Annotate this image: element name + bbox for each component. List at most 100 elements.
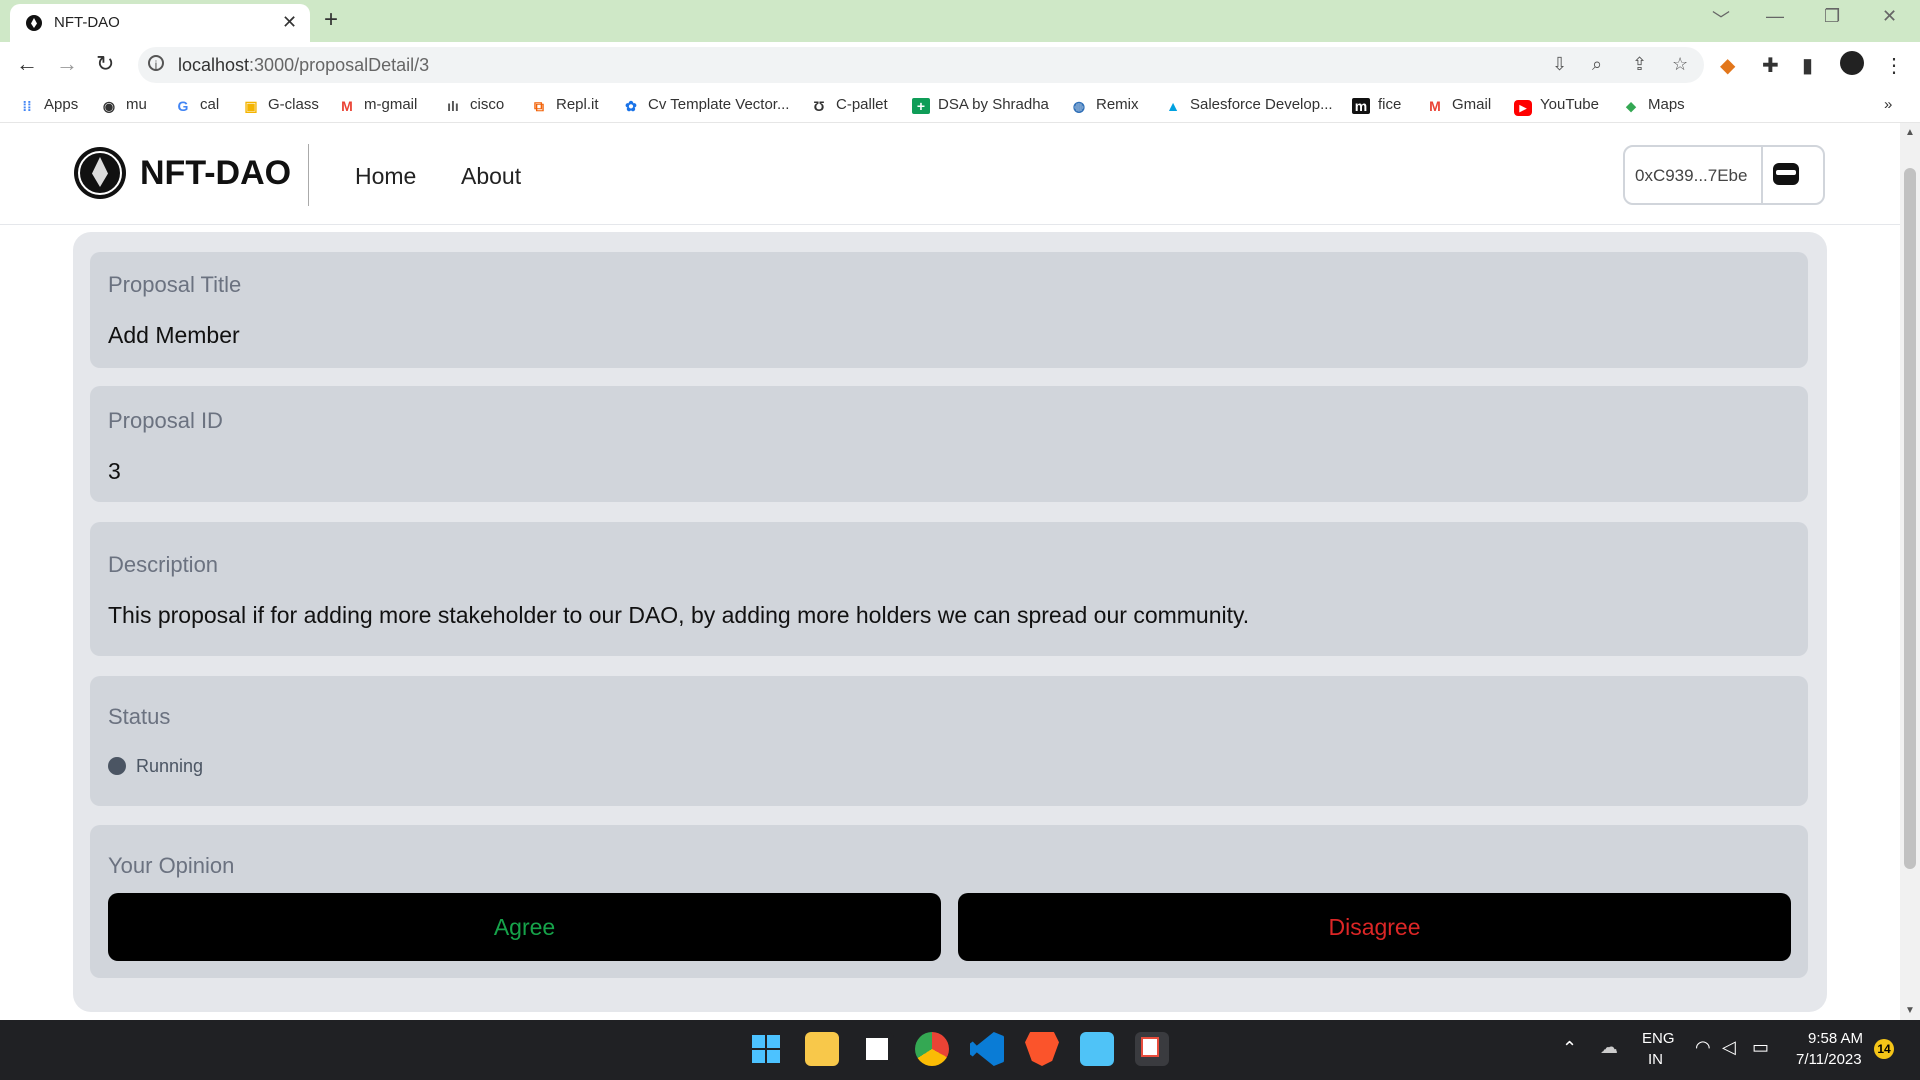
clock-date[interactable]: 7/11/2023 (1796, 1051, 1862, 1068)
wallet-address: 0xC939...7Ebe (1635, 166, 1748, 185)
browser-tab[interactable]: NFT-DAO ✕ (10, 4, 310, 42)
description-field: Description This proposal if for adding … (90, 522, 1808, 656)
scroll-thumb[interactable] (1904, 168, 1916, 869)
proposal-title-field: Proposal Title Add Member (90, 252, 1808, 368)
bookmark-maps[interactable]: ⬥ Maps (1622, 96, 1685, 114)
bookmarks-bar: ⁞⁞ Apps ◉ mu Gcal ▣ G-class Mm-gmail ılı cis… (0, 88, 1920, 123)
brave-icon[interactable] (1025, 1032, 1059, 1066)
language-bottom[interactable]: IN (1648, 1051, 1663, 1068)
share-icon[interactable]: ⇪ (1632, 54, 1647, 75)
bookmark-mgmail[interactable]: Mm-gmail (338, 96, 417, 114)
agree-button[interactable]: Agree (108, 893, 941, 961)
classroom-icon: ▣ (244, 98, 258, 114)
back-icon[interactable]: ← (16, 51, 38, 77)
gmail-icon: M (1429, 98, 1441, 114)
bookmarks-overflow-icon[interactable]: » (1884, 96, 1892, 113)
windows-taskbar: ⌃ ☁ ENG IN ◠ ◁ ▭ 9:58 AM 7/11/2023 14 (0, 1020, 1920, 1080)
language-top[interactable]: ENG (1642, 1030, 1675, 1047)
bookmark-gmail[interactable]: M Gmail (1426, 96, 1491, 114)
maps-pin-icon: ⬥ (1626, 98, 1636, 114)
cisco-icon: ılı (447, 98, 459, 114)
google-icon: G (177, 98, 189, 114)
windows-start-icon[interactable] (749, 1032, 783, 1066)
bookmark-cal[interactable]: Gcal (174, 96, 220, 114)
close-tab-icon[interactable]: ✕ (282, 12, 297, 33)
cv-template-icon: ✿ (625, 98, 637, 114)
restore-icon[interactable]: ❐ (1824, 6, 1840, 27)
browser-toolbar: ← → ↻ i localhost:3000/proposalDetail/3 … (0, 42, 1920, 88)
menu-icon[interactable]: ⋮ (1884, 53, 1904, 78)
forward-icon[interactable]: → (56, 51, 78, 77)
wallet-icon[interactable] (1773, 163, 1799, 185)
status-field: Status Running (90, 676, 1808, 806)
notification-badge[interactable]: 14 (1874, 1039, 1894, 1059)
zoom-icon[interactable]: ⌕ (1592, 54, 1602, 75)
bookmark-fice[interactable]: m fice (1352, 96, 1401, 114)
site-logo-text[interactable]: NFT-DAO (140, 154, 291, 193)
minimize-icon[interactable]: — (1766, 6, 1784, 27)
ethereum-logo-icon[interactable] (74, 147, 126, 199)
site-navbar: NFT-DAO Home About 0xC939...7Ebe (0, 123, 1900, 225)
status-label: Status (108, 704, 171, 729)
disagree-button[interactable]: Disagree (958, 893, 1791, 961)
notepad-icon[interactable] (1080, 1032, 1114, 1066)
new-tab-icon[interactable]: + (324, 6, 338, 34)
bookmark-replit[interactable]: ⧉ Repl.it (530, 96, 599, 114)
scroll-up-icon[interactable]: ▲ (1905, 127, 1915, 138)
wifi-icon[interactable]: ◠ (1695, 1037, 1711, 1058)
bookmark-cisco[interactable]: ılı cisco (444, 96, 504, 114)
metamask-icon[interactable]: ◆ (1720, 53, 1735, 78)
page: NFT-DAO Home About 0xC939...7Ebe Proposa… (0, 123, 1900, 1020)
status-value: Running (136, 756, 204, 776)
proposal-title-label: Proposal Title (108, 272, 242, 297)
url-text: localhost:3000/proposalDetail/3 (178, 55, 430, 75)
nav-divider (308, 144, 309, 206)
tab-title: NFT-DAO (54, 14, 120, 31)
site-info-icon[interactable]: i (148, 55, 164, 72)
status-dot-icon (108, 757, 126, 775)
nav-link-about[interactable]: About (461, 163, 521, 190)
chrome-icon[interactable] (915, 1032, 949, 1066)
opinion-label: Your Opinion (108, 853, 235, 878)
bookmark-dsa[interactable]: + DSA by Shradha (912, 96, 1049, 114)
profile-avatar[interactable] (1840, 51, 1864, 75)
bookmark-apps[interactable]: ⁞⁞ Apps (18, 96, 78, 114)
bookmark-salesforce[interactable]: ▲ Salesforce Develop... (1164, 96, 1333, 114)
proposal-id-label: Proposal ID (108, 408, 223, 433)
reload-icon[interactable]: ↻ (96, 51, 114, 77)
opinion-field: Your Opinion Agree Disagree (90, 825, 1808, 978)
volume-icon[interactable]: ◁ (1722, 1037, 1736, 1058)
close-window-icon[interactable]: ✕ (1882, 6, 1897, 27)
file-explorer-icon[interactable] (805, 1032, 839, 1066)
clock-time[interactable]: 9:58 AM (1808, 1030, 1863, 1047)
extensions-icon[interactable]: ✚ (1762, 53, 1779, 78)
bookmark-remix[interactable]: ◍ Remix (1070, 96, 1139, 114)
side-panel-icon[interactable]: ▮ (1802, 53, 1813, 78)
salesforce-icon: ▲ (1166, 98, 1180, 114)
battery-icon[interactable]: ▭ (1752, 1037, 1769, 1058)
page-scrollbar[interactable]: ▲ ▼ (1900, 123, 1920, 1020)
onedrive-icon[interactable]: ☁ (1600, 1037, 1618, 1058)
bookmark-c-pallet[interactable]: Ʊ C-pallet (810, 96, 887, 114)
apps-grid-icon: ⁞⁞ (22, 98, 32, 114)
bookmark-cv-template[interactable]: ✿ Cv Template Vector... (622, 96, 789, 114)
tray-overflow-icon[interactable]: ⌃ (1562, 1038, 1577, 1059)
gmail-icon: M (341, 98, 353, 114)
bookmark-youtube[interactable]: ▶ YouTube (1514, 96, 1599, 116)
bookmark-mu[interactable]: ◉ mu (100, 96, 147, 114)
proposal-title-value: Add Member (108, 322, 240, 348)
sheets-icon: + (912, 98, 930, 114)
bookmark-gclass[interactable]: ▣ G-class (242, 96, 318, 114)
address-bar[interactable]: i localhost:3000/proposalDetail/3 ⇩ ⌕ ⇪ … (138, 47, 1704, 83)
scroll-down-icon[interactable]: ▼ (1905, 1005, 1915, 1016)
install-app-icon[interactable]: ⇩ (1552, 54, 1567, 75)
snipping-tool-icon[interactable] (1135, 1032, 1169, 1066)
microsoft-store-icon[interactable] (860, 1032, 894, 1066)
youtube-icon: ▶ (1514, 100, 1532, 116)
bookmark-star-icon[interactable]: ☆ (1672, 54, 1688, 75)
nav-link-home[interactable]: Home (355, 163, 416, 190)
tab-search-chevron-icon[interactable]: ﹀ (1712, 6, 1730, 32)
vscode-icon[interactable] (970, 1032, 1004, 1066)
wallet-divider (1761, 147, 1763, 203)
wallet-connect[interactable]: 0xC939...7Ebe (1623, 145, 1825, 205)
